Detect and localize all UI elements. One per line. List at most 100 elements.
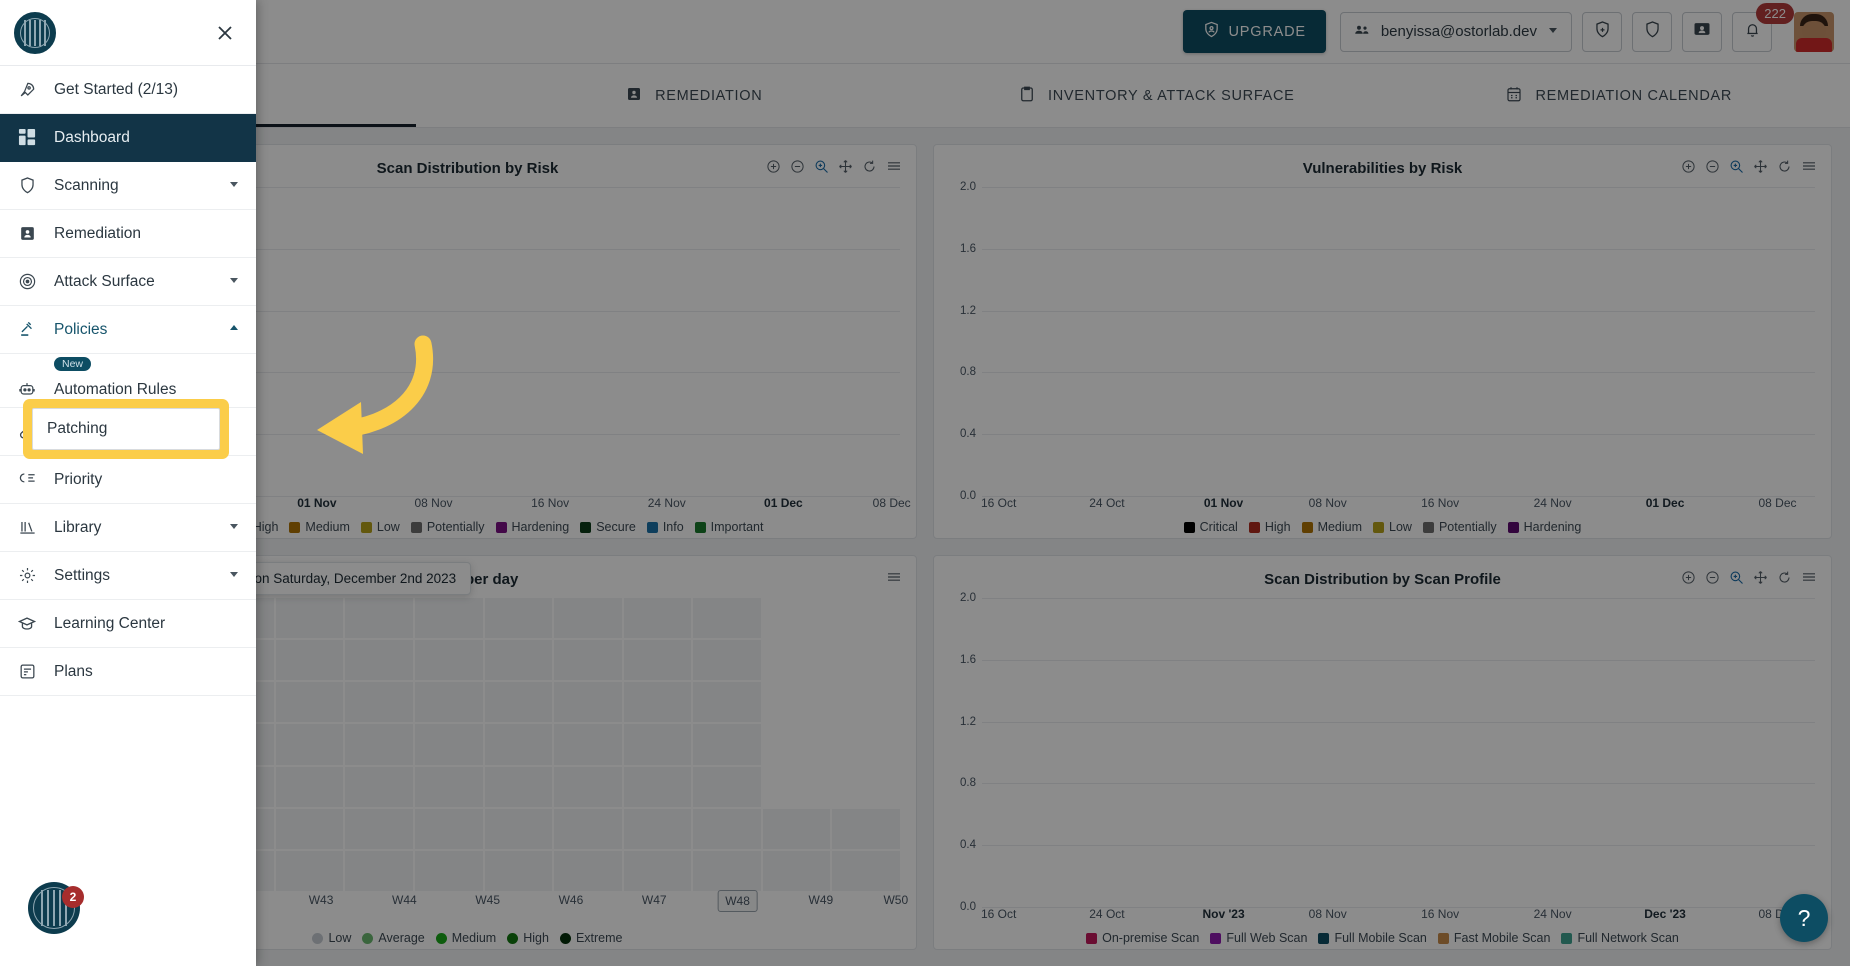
heatmap-cell[interactable] xyxy=(554,598,622,638)
zoom-out-icon[interactable] xyxy=(1705,570,1720,585)
heatmap-cell[interactable] xyxy=(415,640,483,680)
legend-item[interactable]: Full Mobile Scan xyxy=(1318,931,1426,945)
menu-icon[interactable] xyxy=(886,158,902,174)
sidebar-item-dashboard[interactable]: Dashboard xyxy=(0,114,256,162)
zoom-in-icon[interactable] xyxy=(1681,570,1696,585)
heatmap-cell[interactable] xyxy=(276,640,344,680)
x-tick-selected[interactable]: W48 xyxy=(717,890,758,912)
heatmap-cell[interactable] xyxy=(554,851,622,891)
heatmap-cell[interactable] xyxy=(485,598,553,638)
legend-item[interactable]: Secure xyxy=(580,520,636,534)
legend-item[interactable]: High xyxy=(507,931,549,945)
heatmap-cell[interactable] xyxy=(485,767,553,807)
heatmap-cell[interactable] xyxy=(345,724,413,764)
legend-item[interactable]: Medium xyxy=(1302,520,1362,534)
menu-icon[interactable] xyxy=(1801,569,1817,585)
panning-icon[interactable] xyxy=(838,159,853,174)
reset-zoom-icon[interactable] xyxy=(1777,159,1792,174)
heatmap-cell[interactable] xyxy=(415,851,483,891)
heatmap-cell[interactable] xyxy=(832,851,900,891)
heatmap-cell[interactable] xyxy=(624,682,692,722)
heatmap-cell[interactable] xyxy=(763,809,831,849)
heatmap-cell[interactable] xyxy=(485,640,553,680)
heatmap-cell[interactable] xyxy=(624,598,692,638)
tab-inventory-attack-surface[interactable]: INVENTORY & ATTACK SURFACE xyxy=(925,64,1388,127)
heatmap-cell[interactable] xyxy=(345,767,413,807)
zoom-out-icon[interactable] xyxy=(790,159,805,174)
menu-icon[interactable] xyxy=(1801,158,1817,174)
panning-icon[interactable] xyxy=(1753,159,1768,174)
heatmap-cell[interactable] xyxy=(763,851,831,891)
legend-item[interactable]: Full Network Scan xyxy=(1561,931,1678,945)
heatmap-cell[interactable] xyxy=(693,682,761,722)
sidebar-item-scanning[interactable]: Scanning xyxy=(0,162,256,210)
avatar[interactable] xyxy=(1794,12,1834,52)
legend-item[interactable]: Potentially xyxy=(1423,520,1497,534)
heatmap-cell[interactable] xyxy=(415,809,483,849)
heatmap-cell[interactable] xyxy=(554,767,622,807)
heatmap-cell[interactable] xyxy=(345,598,413,638)
legend-item[interactable]: Average xyxy=(362,931,424,945)
heatmap-cell[interactable] xyxy=(485,724,553,764)
tab-remediation-calendar[interactable]: REMEDIATION CALENDAR xyxy=(1388,64,1850,127)
legend-item[interactable]: Potentially xyxy=(411,520,485,534)
legend-item[interactable]: Low xyxy=(361,520,400,534)
heatmap-cell[interactable] xyxy=(485,851,553,891)
heatmap-cell[interactable] xyxy=(276,598,344,638)
reset-zoom-icon[interactable] xyxy=(1777,570,1792,585)
legend-item[interactable]: Hardening xyxy=(496,520,570,534)
legend-item[interactable]: Low xyxy=(312,931,351,945)
upgrade-button[interactable]: UPGRADE xyxy=(1183,10,1326,53)
heatmap-cell[interactable] xyxy=(415,682,483,722)
heatmap-cell[interactable] xyxy=(554,682,622,722)
sidebar-item-patching-highlight[interactable]: Patching xyxy=(32,408,220,450)
heatmap-cell[interactable] xyxy=(345,682,413,722)
heatmap-cell[interactable] xyxy=(554,809,622,849)
heatmap-cell[interactable] xyxy=(276,682,344,722)
sidebar-item-automation-rules[interactable]: New Automation Rules xyxy=(0,354,256,408)
heatmap-cell[interactable] xyxy=(693,767,761,807)
account-selector[interactable]: benyissa@ostorlab.dev xyxy=(1340,12,1572,52)
shield-plus-icon-button[interactable] xyxy=(1582,12,1622,52)
heatmap-cell[interactable] xyxy=(693,809,761,849)
heatmap-cell[interactable] xyxy=(276,767,344,807)
sidebar-item-policies[interactable]: Policies xyxy=(0,306,256,354)
heatmap-cell[interactable] xyxy=(624,724,692,764)
heatmap-cell[interactable] xyxy=(415,767,483,807)
legend-item[interactable]: On-premise Scan xyxy=(1086,931,1199,945)
sidebar-item-priority[interactable]: Priority xyxy=(0,456,256,504)
heatmap-cell[interactable] xyxy=(485,809,553,849)
selection-zoom-icon[interactable] xyxy=(1729,159,1744,174)
heatmap-cell[interactable] xyxy=(276,851,344,891)
sidebar-item-remediation[interactable]: Remediation xyxy=(0,210,256,258)
menu-icon[interactable] xyxy=(886,569,902,585)
heatmap-cell[interactable] xyxy=(345,809,413,849)
sidebar-item-attack-surface[interactable]: Attack Surface xyxy=(0,258,256,306)
heatmap-cell[interactable] xyxy=(624,640,692,680)
heatmap-cell[interactable] xyxy=(345,851,413,891)
sidebar-item-settings[interactable]: Settings xyxy=(0,552,256,600)
sidebar-item-get-started[interactable]: Get Started (2/13) xyxy=(0,66,256,114)
sidebar-item-plans[interactable]: Plans xyxy=(0,648,256,696)
zoom-in-icon[interactable] xyxy=(1681,159,1696,174)
selection-zoom-icon[interactable] xyxy=(1729,570,1744,585)
sidebar-item-learning-center[interactable]: Learning Center xyxy=(0,600,256,648)
zoom-in-icon[interactable] xyxy=(766,159,781,174)
heatmap-cell[interactable] xyxy=(415,724,483,764)
close-icon[interactable] xyxy=(208,16,242,50)
panning-icon[interactable] xyxy=(1753,570,1768,585)
heatmap-cell[interactable] xyxy=(276,809,344,849)
legend-item[interactable]: Full Web Scan xyxy=(1210,931,1307,945)
selection-zoom-icon[interactable] xyxy=(814,159,829,174)
heatmap-cell[interactable] xyxy=(693,598,761,638)
reset-zoom-icon[interactable] xyxy=(862,159,877,174)
zoom-out-icon[interactable] xyxy=(1705,159,1720,174)
legend-item[interactable]: Hardening xyxy=(1508,520,1582,534)
heatmap-cell[interactable] xyxy=(554,640,622,680)
heatmap-cell[interactable] xyxy=(345,640,413,680)
heatmap-cell[interactable] xyxy=(693,851,761,891)
heatmap-cell[interactable] xyxy=(276,724,344,764)
help-button[interactable]: ? xyxy=(1780,894,1828,942)
id-card-icon-button[interactable] xyxy=(1682,12,1722,52)
legend-item[interactable]: Important xyxy=(695,520,764,534)
